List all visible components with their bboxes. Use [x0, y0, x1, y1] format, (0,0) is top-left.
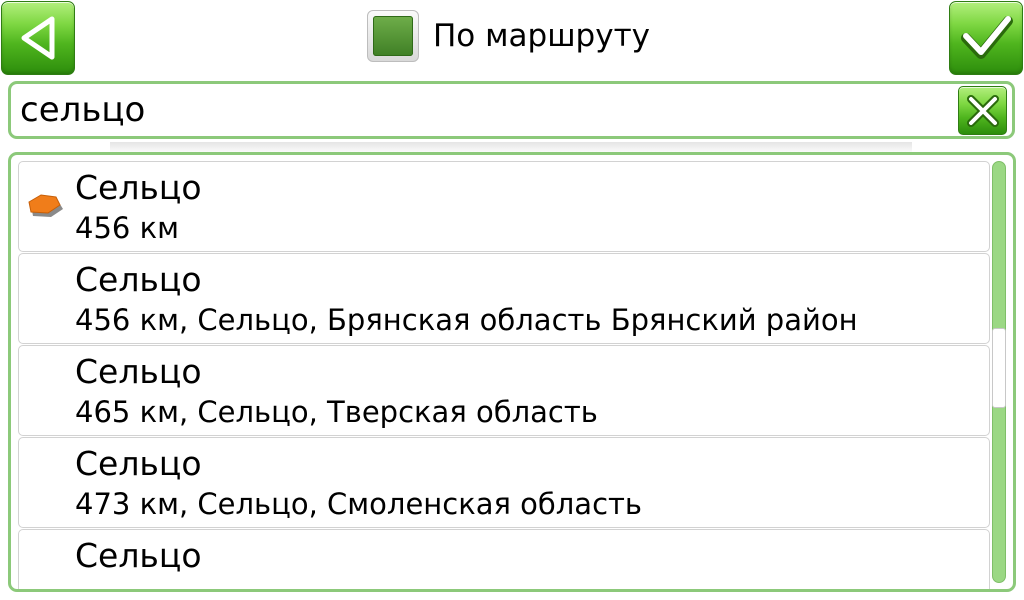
clear-search-button[interactable] [958, 86, 1007, 135]
scrollbar-thumb[interactable] [992, 328, 1006, 408]
result-item[interactable]: Сельцо 465 км, Сельцо, Тверская область [18, 345, 990, 436]
result-item[interactable]: Сельцо 456 км [18, 161, 990, 252]
result-item[interactable]: Сельцо 473 км, Сельцо, Смоленская област… [18, 437, 990, 528]
search-input[interactable]: сельцо [8, 81, 1015, 139]
result-name: Сельцо [75, 444, 202, 483]
back-arrow-icon [21, 16, 55, 60]
result-name: Сельцо [75, 168, 202, 207]
result-name: Сельцо [75, 260, 202, 299]
result-detail: 473 км, Сельцо, Смоленская область [75, 487, 643, 521]
checkmark-icon [961, 16, 1013, 59]
scrollbar[interactable] [992, 161, 1006, 583]
checkbox-checked-indicator [373, 16, 413, 56]
poi-marker-icon [28, 194, 63, 217]
route-checkbox[interactable] [367, 10, 419, 62]
result-detail: 465 км, Сельцо, Тверская область [75, 395, 598, 429]
result-detail: 456 км [75, 211, 179, 245]
result-item[interactable]: Сельцо [18, 529, 990, 589]
result-name: Сельцо [75, 536, 202, 575]
route-toggle[interactable]: По маршруту [367, 10, 650, 62]
result-item[interactable]: Сельцо 456 км, Сельцо, Брянская область … [18, 253, 990, 344]
close-icon [966, 94, 999, 127]
route-label: По маршруту [433, 18, 650, 54]
results-list[interactable]: Сельцо 456 км Сельцо 456 км, Сельцо, Бря… [8, 152, 1016, 592]
back-button[interactable] [1, 1, 75, 75]
result-detail: 456 км, Сельцо, Брянская область Брянски… [75, 303, 858, 337]
search-input-value: сельцо [20, 90, 146, 130]
result-name: Сельцо [75, 352, 202, 391]
confirm-button[interactable] [949, 1, 1023, 75]
